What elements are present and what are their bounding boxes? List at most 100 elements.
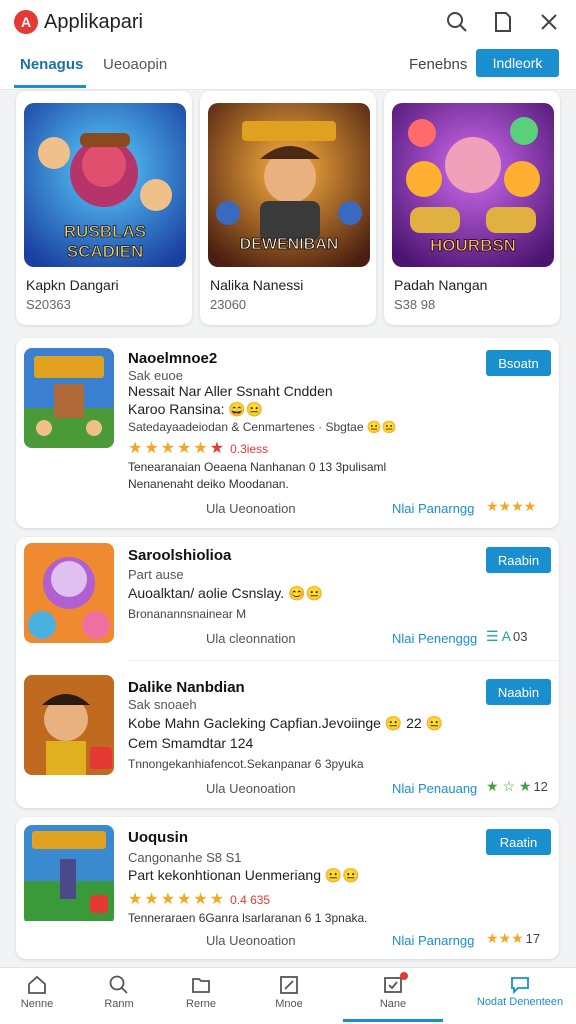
item-footer-link[interactable]: Ula cleonnation [206,631,296,646]
list-item[interactable]: Uoqusin Cangonanhe S8 S1 Part kekonhtion… [16,817,559,959]
featured-name: Kapkn Dangari [26,277,119,293]
nav-label: Ranm [104,998,134,1010]
item-footer-link[interactable]: Ula Ueonoation [206,501,296,516]
item-subtitle: Part ause [128,567,184,582]
install-button[interactable]: Raabin [486,547,551,573]
nav-item-inbox[interactable]: Nane [356,972,430,1010]
app-list-card: Naoelmnoe2 Sak euoe Nessait Nar Aller Ss… [16,338,559,528]
nav-item-folder[interactable]: Rerne [164,974,238,1010]
featured-card[interactable]: DEWENIBAN Nalika Nanessi 23060 [200,91,376,325]
item-meta: Satedayaadeiodan & Cenmartenes · Sbgtae … [128,420,397,434]
app-header: A Applikapari [0,0,576,44]
nav-item-edit[interactable]: Mnoe [252,974,326,1010]
item-title: Dalike Nanbdian [128,679,245,696]
tab-nenagus[interactable]: Nenagus [20,56,83,73]
nav-label: Nodat Denenteen [476,996,564,1008]
mini-rating: ★★★★ [486,498,536,515]
rating-note: 0.4 635 [230,893,271,907]
list-item[interactable]: Naoelmnoe2 Sak euoe Nessait Nar Aller Ss… [16,338,559,528]
item-info-line: Tenneraraen 6Ganra lsarlaranan 6 1 3pnak… [128,911,368,925]
nav-item-home[interactable]: Nenne [0,974,74,1010]
item-footer-link[interactable]: Ula Ueonoation [206,933,296,948]
item-info-line: Nenanenaht deiko Moodanan. [128,477,289,491]
item-rating-link[interactable]: Nlai Panarngg [392,933,474,948]
header-actions [444,9,562,35]
item-subtitle: Sak snoaeh [128,697,197,712]
rating-stars: ★★★★★★ 0.3iess [128,438,268,458]
thumbnail-art-text: DEWENIBAN [240,236,339,253]
nav-label: Rerne [186,998,216,1010]
tab-bar: Nenagus Ueoaopin Fenebns Indleork [0,44,576,90]
game-thumbnail [24,348,114,448]
item-subtitle: Sak euoe [128,368,183,383]
mini-icons: ☰ A [486,628,512,644]
nav-label: Nane [379,998,407,1010]
install-button[interactable]: Naabin [486,679,551,705]
item-title: Uoqusin [128,829,188,846]
search-icon[interactable] [444,9,470,35]
item-description: Part kekonhtionan Uenmeriang 😐😐 [128,867,360,883]
featured-card[interactable]: HOURBSN Padah Nangan S38 98 [384,91,560,325]
mini-rating-value: 12 [533,779,548,794]
list-item[interactable]: Dalike Nanbdian Sak snoaeh Kobe Mahn Gac… [16,669,559,808]
search-icon [109,975,128,994]
app-logo: A [14,10,38,34]
item-description: Karoo Ransina: 😄😐 [128,401,264,417]
item-title: Saroolshiolioa [128,547,232,564]
thumbnail-art-text: HOURBSN [430,236,516,255]
item-rating-link[interactable]: Nlai Panarngg [392,501,474,516]
filter-label[interactable]: Fenebns [409,56,467,73]
featured-name: Padah Nangan [394,277,488,293]
edit-icon [280,976,298,994]
featured-price: 23060 [210,297,247,312]
item-subtitle: Cangonanhe S8 S1 [128,850,242,865]
mini-stars: ★ ☆ ★ [486,778,532,794]
item-rating-link[interactable]: Nlai Penenggg [392,631,477,646]
game-thumbnail: DEWENIBAN [208,103,370,267]
home-icon [28,975,46,994]
mini-rating-value: 17 [525,931,541,946]
item-meta: Tnnongekanhiafencot.Sekanpanar 6 3pyuka [128,757,364,771]
active-nav-indicator [343,1019,443,1022]
nav-item-chat[interactable]: Nodat Denenteen [470,974,570,1008]
list-item[interactable]: Saroolshiolioa Part ause Auoalktan/ aoli… [16,537,559,661]
item-description: Cem Smamdtar 124 [128,735,254,751]
document-icon[interactable] [490,9,516,35]
app-list-card: Uoqusin Cangonanhe S8 S1 Part kekonhtion… [16,817,559,959]
rating-note: 0.3iess [230,442,269,456]
item-rating-link[interactable]: Nlai Penauang [392,781,477,796]
app-list-card: Saroolshiolioa Part ause Auoalktan/ aoli… [16,537,559,808]
rating-stars: ★★★★★★ 0.4 635 [128,889,270,909]
install-button[interactable]: Raatin [486,829,551,855]
nav-item-search[interactable]: Ranm [82,974,156,1010]
folder-icon [192,978,210,993]
install-button[interactable]: Bsoatn [486,350,551,376]
close-icon[interactable] [536,9,562,35]
featured-name: Nalika Nanessi [210,277,304,293]
game-thumbnail [24,825,114,925]
mini-rating: ★ ☆ ★ 12 [486,778,548,795]
item-title: Naoelmnoe2 [128,350,218,367]
item-meta: Bronanannsnainear M [128,607,247,621]
divider [128,660,559,661]
notification-badge [400,972,408,980]
nav-label: Mnoe [275,998,303,1010]
bottom-navigation: Nenne Ranm Rerne Mnoe Nane Nodat Denente… [0,967,576,1024]
filter-button[interactable]: Indleork [476,49,559,77]
mini-stars: ★★★ [486,930,524,946]
game-thumbnail [24,543,114,643]
thumbnail-art-text: SCADIEN [67,242,144,261]
app-title: Applikapari [44,10,143,33]
item-description: Auoalktan/ aolie Csnslay. 😊😐 [128,585,323,601]
game-thumbnail [24,675,114,775]
thumbnail-art-text: RUSBLAS [64,222,146,241]
mini-rating: ☰ A 03 [486,628,527,645]
featured-row: RUSBLAS SCADIEN Kapkn Dangari S20363 DEW… [16,91,560,327]
chat-icon [511,977,529,994]
featured-card[interactable]: RUSBLAS SCADIEN Kapkn Dangari S20363 [16,91,192,325]
tab-ueoaopin[interactable]: Ueoaopin [103,56,167,73]
mini-stars: ★★★★ [486,498,537,514]
mini-rating: ★★★ 17 [486,930,540,947]
item-footer-link[interactable]: Ula Ueonoation [206,781,296,796]
rating-star-red: ★ [209,440,227,457]
